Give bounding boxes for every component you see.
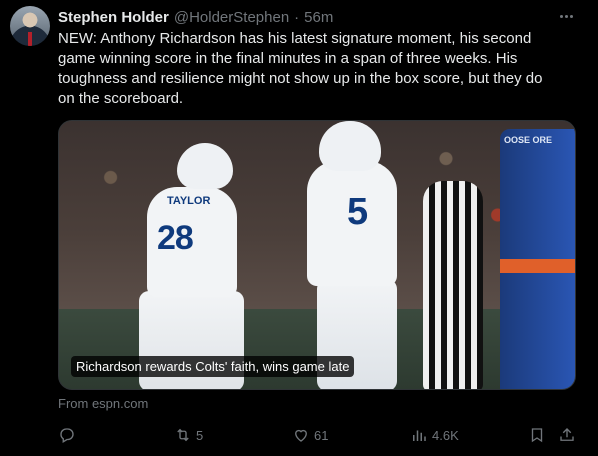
author-name[interactable]: Stephen Holder (58, 9, 169, 26)
referee (423, 181, 483, 389)
author-handle[interactable]: @HolderStephen (174, 9, 289, 26)
avatar[interactable] (10, 6, 50, 46)
helmet-richardson (319, 121, 381, 171)
bookmark-icon (528, 426, 546, 444)
separator-dot: · (294, 8, 300, 26)
retweet-button[interactable]: 5 (174, 424, 203, 446)
tweet-header: Stephen Holder @HolderStephen · 56m (58, 7, 333, 27)
views-icon (410, 426, 428, 444)
like-button[interactable]: 61 (292, 424, 328, 446)
link-source[interactable]: From espn.com (58, 396, 148, 411)
retweet-icon (174, 426, 192, 444)
reply-button[interactable] (58, 424, 80, 446)
jersey-name: TAYLOR (167, 195, 211, 207)
tweet-text: NEW: Anthony Richardson has his latest s… (58, 30, 543, 107)
jersey-number-5: 5 (347, 191, 369, 233)
jersey-number-28: 28 (157, 219, 194, 257)
action-bar: 5 61 4.6K (58, 424, 578, 446)
share-icon (558, 426, 576, 444)
retweet-count: 5 (196, 427, 204, 443)
banner-text: OOSE ORE (504, 135, 553, 145)
timestamp[interactable]: 56m (304, 9, 333, 26)
share-button[interactable] (558, 424, 576, 446)
bookmark-button[interactable] (528, 424, 546, 446)
link-card-caption[interactable]: Richardson rewards Colts' faith, wins ga… (71, 356, 355, 377)
views-button[interactable]: 4.6K (410, 424, 459, 446)
like-count: 61 (314, 427, 329, 443)
like-icon (292, 426, 310, 444)
more-options-icon[interactable] (556, 8, 576, 24)
stadium-banner: OOSE ORE (500, 129, 575, 389)
link-card-image[interactable]: OOSE ORE TAYLOR 28 5 Richardson rewards … (58, 120, 576, 390)
views-count: 4.6K (432, 427, 459, 443)
reply-icon (58, 426, 76, 444)
